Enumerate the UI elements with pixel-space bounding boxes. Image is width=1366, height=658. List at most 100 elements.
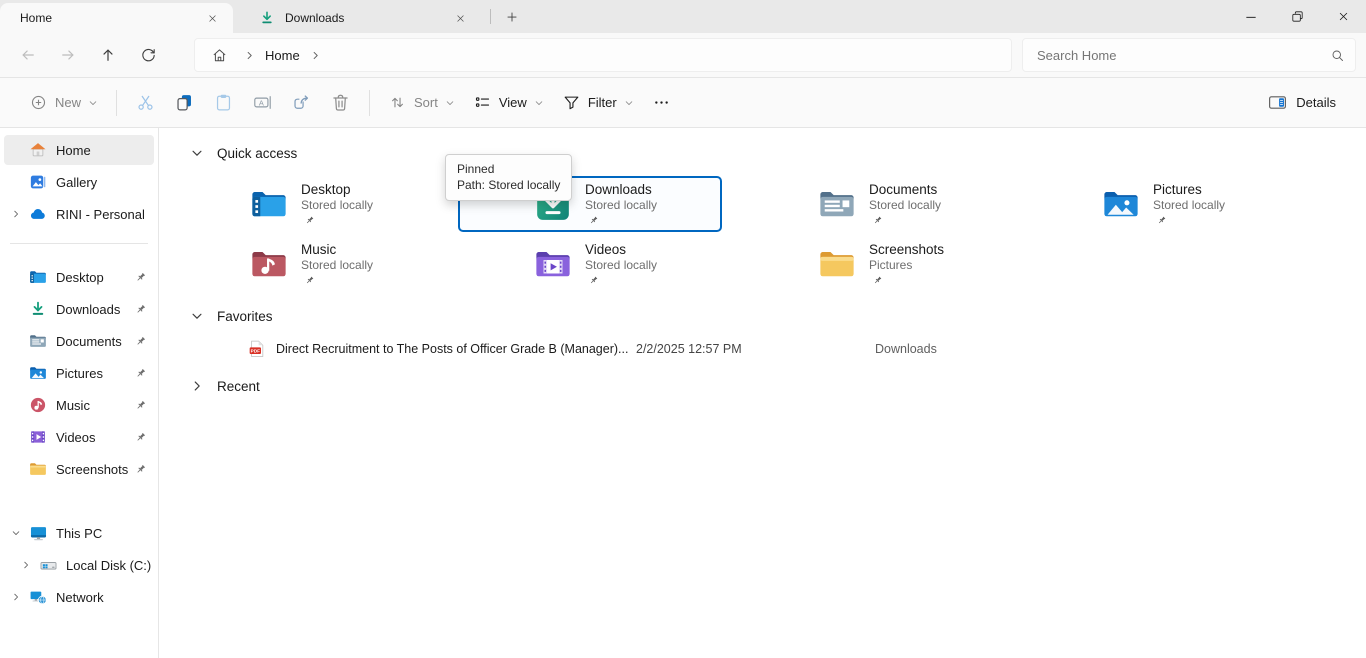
forward-button[interactable] bbox=[48, 38, 88, 72]
chevron-right-icon[interactable] bbox=[244, 50, 255, 61]
share-button[interactable] bbox=[282, 85, 321, 121]
chevron-down-icon[interactable] bbox=[4, 528, 28, 538]
sidebar-item-videos[interactable]: Videos bbox=[4, 422, 154, 452]
sidebar-label: This PC bbox=[56, 526, 154, 541]
rename-button[interactable] bbox=[243, 85, 282, 121]
pin-icon bbox=[588, 275, 599, 286]
tile-name: Music bbox=[301, 242, 373, 258]
sidebar-item-pictures[interactable]: Pictures bbox=[4, 358, 154, 388]
pin-icon bbox=[134, 367, 148, 380]
window-controls bbox=[1228, 0, 1366, 33]
close-tab-icon[interactable] bbox=[201, 7, 223, 29]
sidebar-item-music[interactable]: Music bbox=[4, 390, 154, 420]
tile-name: Desktop bbox=[301, 182, 373, 198]
downloads-icon bbox=[28, 300, 48, 318]
new-tab-button[interactable] bbox=[500, 5, 524, 29]
quick-access-tile-music[interactable]: Music Stored locally bbox=[174, 236, 438, 292]
pin-icon bbox=[134, 431, 148, 444]
view-button[interactable]: View bbox=[464, 85, 553, 121]
chevron-right-icon[interactable] bbox=[190, 379, 204, 393]
chevron-down-icon[interactable] bbox=[190, 309, 204, 323]
pin-icon bbox=[134, 271, 148, 284]
paste-button[interactable] bbox=[204, 85, 243, 121]
quick-access-tile-documents[interactable]: Documents Stored locally bbox=[742, 176, 1006, 232]
screenshots-folder-icon bbox=[28, 460, 48, 478]
sidebar-label: Home bbox=[56, 143, 154, 158]
sidebar-label: Pictures bbox=[56, 366, 134, 381]
sidebar-item-screenshots[interactable]: Screenshots bbox=[4, 454, 154, 484]
sidebar-item-home[interactable]: Home bbox=[4, 135, 154, 165]
sidebar-label: Gallery bbox=[56, 175, 154, 190]
sort-button[interactable]: Sort bbox=[379, 85, 464, 121]
sidebar-item-network[interactable]: Network bbox=[4, 582, 154, 612]
minimize-button[interactable] bbox=[1228, 0, 1274, 33]
file-date-modified: 2/2/2025 12:57 PM bbox=[636, 342, 742, 356]
address-bar[interactable]: Home bbox=[194, 38, 1012, 72]
tile-name: Pictures bbox=[1153, 182, 1225, 198]
search-icon[interactable] bbox=[1330, 48, 1345, 63]
documents-icon bbox=[28, 332, 48, 350]
search-input[interactable] bbox=[1037, 48, 1330, 63]
quick-access-tile-screenshots[interactable]: Screenshots Pictures bbox=[742, 236, 1006, 292]
home-icon bbox=[28, 141, 48, 159]
screenshots-folder-icon bbox=[818, 245, 856, 283]
chevron-down-icon bbox=[445, 98, 455, 108]
filter-button[interactable]: Filter bbox=[553, 85, 643, 121]
see-more-button[interactable] bbox=[643, 85, 680, 121]
quick-access-tile-videos[interactable]: Videos Stored locally bbox=[458, 236, 722, 292]
search-box[interactable] bbox=[1022, 38, 1356, 72]
tab-downloads-label: Downloads bbox=[285, 11, 344, 25]
tile-sublabel: Stored locally bbox=[1153, 198, 1225, 213]
gallery-icon bbox=[28, 173, 48, 191]
chevron-right-icon[interactable] bbox=[4, 592, 28, 602]
tile-sublabel: Stored locally bbox=[301, 258, 373, 273]
details-button[interactable]: Details bbox=[1257, 85, 1346, 121]
sidebar-label: Desktop bbox=[56, 270, 134, 285]
pictures-icon bbox=[28, 364, 48, 382]
sidebar-label: Music bbox=[56, 398, 134, 413]
restore-button[interactable] bbox=[1274, 0, 1320, 33]
copy-button[interactable] bbox=[165, 85, 204, 121]
sidebar-item-desktop[interactable]: Desktop bbox=[4, 262, 154, 292]
sidebar-item-onedrive[interactable]: RINI - Personal bbox=[4, 199, 154, 229]
tile-sublabel: Pictures bbox=[869, 258, 944, 273]
new-button[interactable]: New bbox=[20, 85, 107, 121]
pin-icon bbox=[872, 215, 883, 226]
chevron-down-icon[interactable] bbox=[190, 146, 204, 160]
sidebar-item-downloads[interactable]: Downloads bbox=[4, 294, 154, 324]
up-button[interactable] bbox=[88, 38, 128, 72]
sidebar-item-this-pc[interactable]: This PC bbox=[4, 518, 154, 548]
sidebar-item-gallery[interactable]: Gallery bbox=[4, 167, 154, 197]
file-location: Downloads bbox=[875, 342, 937, 356]
chevron-down-icon bbox=[624, 98, 634, 108]
tab-home[interactable]: Home bbox=[0, 3, 233, 33]
tile-sublabel: Stored locally bbox=[301, 198, 373, 213]
close-tab-icon[interactable] bbox=[449, 7, 471, 29]
sidebar: Home Gallery RINI - Personal Desktop bbox=[0, 128, 159, 658]
tab-home-label: Home bbox=[20, 11, 52, 25]
sort-label: Sort bbox=[414, 95, 438, 110]
sidebar-item-documents[interactable]: Documents bbox=[4, 326, 154, 356]
sidebar-item-local-disk-c[interactable]: Local Disk (C:) bbox=[4, 550, 154, 580]
chevron-right-icon[interactable] bbox=[14, 560, 38, 570]
chevron-right-icon[interactable] bbox=[4, 209, 28, 219]
home-icon[interactable] bbox=[211, 47, 228, 64]
close-button[interactable] bbox=[1320, 0, 1366, 33]
tab-downloads[interactable]: Downloads bbox=[237, 3, 481, 33]
quick-access-tile-pictures[interactable]: Pictures Stored locally bbox=[1026, 176, 1290, 232]
sidebar-label: Network bbox=[56, 590, 154, 605]
tab-bar: Home Downloads bbox=[0, 0, 1366, 33]
quick-access-tile-desktop[interactable]: Desktop Stored locally bbox=[174, 176, 438, 232]
breadcrumb-home[interactable]: Home bbox=[265, 48, 300, 63]
delete-button[interactable] bbox=[321, 85, 360, 121]
chevron-right-icon[interactable] bbox=[310, 50, 321, 61]
cut-button[interactable] bbox=[126, 85, 165, 121]
back-button[interactable] bbox=[8, 38, 48, 72]
downloads-icon bbox=[259, 10, 275, 26]
section-label: Favorites bbox=[217, 309, 273, 324]
refresh-button[interactable] bbox=[128, 38, 168, 72]
tile-sublabel: Stored locally bbox=[585, 258, 657, 273]
section-label: Quick access bbox=[217, 146, 297, 161]
music-icon bbox=[28, 396, 48, 414]
favorites-file-row[interactable]: Direct Recruitment to The Posts of Offic… bbox=[160, 338, 1260, 362]
